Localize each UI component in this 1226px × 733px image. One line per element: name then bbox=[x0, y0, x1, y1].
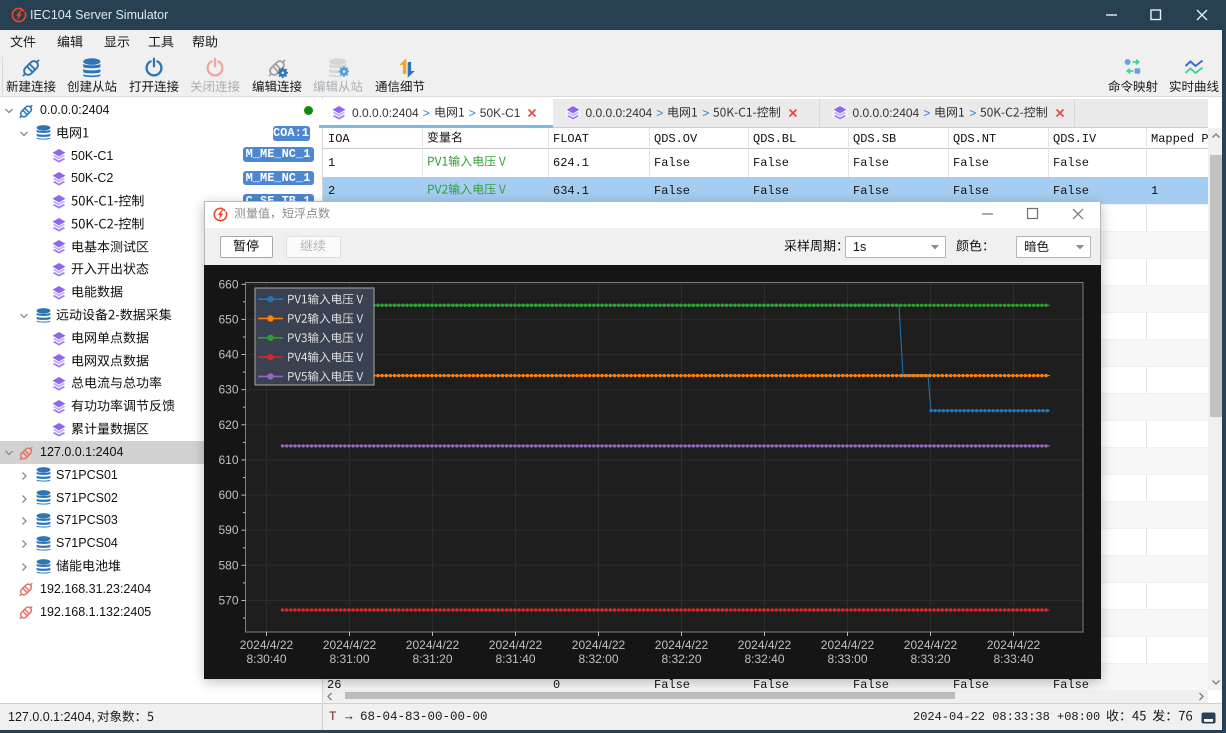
svg-text:600: 600 bbox=[218, 488, 238, 502]
svg-text:580: 580 bbox=[218, 558, 238, 572]
svg-text:2024/4/22: 2024/4/22 bbox=[904, 638, 958, 652]
svg-text:2024/4/22: 2024/4/22 bbox=[572, 638, 626, 652]
svg-text:650: 650 bbox=[218, 312, 238, 326]
svg-text:660: 660 bbox=[218, 277, 238, 291]
svg-text:2024/4/22: 2024/4/22 bbox=[655, 638, 709, 652]
svg-text:8:32:20: 8:32:20 bbox=[661, 652, 701, 666]
svg-text:620: 620 bbox=[218, 418, 238, 432]
svg-text:8:33:40: 8:33:40 bbox=[993, 652, 1033, 666]
svg-text:2024/4/22: 2024/4/22 bbox=[987, 638, 1041, 652]
svg-text:570: 570 bbox=[218, 594, 238, 608]
svg-text:8:32:00: 8:32:00 bbox=[578, 652, 618, 666]
svg-text:8:30:40: 8:30:40 bbox=[246, 652, 286, 666]
svg-text:2024/4/22: 2024/4/22 bbox=[738, 638, 792, 652]
svg-text:610: 610 bbox=[218, 453, 238, 467]
svg-text:8:33:20: 8:33:20 bbox=[910, 652, 950, 666]
svg-text:8:31:40: 8:31:40 bbox=[495, 652, 535, 666]
svg-text:2024/4/22: 2024/4/22 bbox=[323, 638, 377, 652]
svg-text:640: 640 bbox=[218, 348, 238, 362]
svg-text:8:31:20: 8:31:20 bbox=[412, 652, 452, 666]
svg-text:2024/4/22: 2024/4/22 bbox=[406, 638, 460, 652]
svg-text:2024/4/22: 2024/4/22 bbox=[821, 638, 875, 652]
svg-text:630: 630 bbox=[218, 383, 238, 397]
svg-text:8:33:00: 8:33:00 bbox=[827, 652, 867, 666]
svg-text:2024/4/22: 2024/4/22 bbox=[489, 638, 543, 652]
svg-text:8:31:00: 8:31:00 bbox=[329, 652, 369, 666]
svg-text:8:32:40: 8:32:40 bbox=[744, 652, 784, 666]
svg-text:590: 590 bbox=[218, 523, 238, 537]
svg-text:2024/4/22: 2024/4/22 bbox=[240, 638, 294, 652]
